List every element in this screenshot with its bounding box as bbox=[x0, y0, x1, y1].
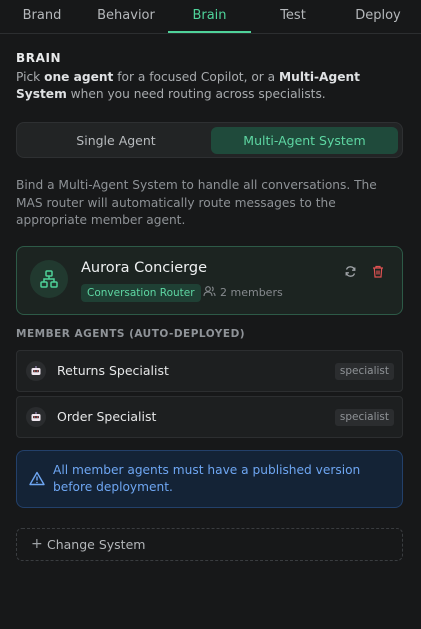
tab-test[interactable]: Test bbox=[251, 0, 335, 33]
member-agent-tag: specialist bbox=[334, 409, 394, 426]
robot-icon bbox=[26, 361, 46, 381]
member-agent-row[interactable]: Order Specialist specialist bbox=[16, 396, 403, 438]
robot-icon bbox=[26, 407, 46, 427]
plus-icon: + bbox=[31, 536, 43, 552]
tab-brain[interactable]: Brain bbox=[168, 0, 251, 33]
alert-text: All member agents must have a published … bbox=[53, 463, 361, 494]
change-system-label: Change System bbox=[47, 537, 146, 552]
tab-deploy[interactable]: Deploy bbox=[335, 0, 421, 33]
deployment-alert: All member agents must have a published … bbox=[16, 450, 403, 508]
warning-icon bbox=[29, 471, 45, 490]
hierarchy-icon bbox=[30, 260, 68, 298]
tab-bar: Brand Behavior Brain Test Deploy bbox=[0, 0, 421, 34]
mas-card: Aurora Concierge Conversation Router 2 m… bbox=[16, 246, 403, 315]
agent-mode-toggle: Single Agent Multi-Agent System bbox=[16, 122, 403, 158]
member-agent-name: Returns Specialist bbox=[57, 363, 169, 378]
section-title: BRAIN bbox=[16, 51, 62, 65]
member-agent-tag: specialist bbox=[334, 363, 394, 380]
multi-agent-system-option[interactable]: Multi-Agent System bbox=[211, 127, 398, 154]
refresh-icon[interactable] bbox=[342, 263, 358, 279]
member-agents-heading: MEMBER AGENTS (AUTO-DEPLOYED) bbox=[16, 328, 246, 340]
mas-description: Bind a Multi-Agent System to handle all … bbox=[16, 178, 377, 227]
tab-behavior[interactable]: Behavior bbox=[84, 0, 168, 33]
change-system-button[interactable]: + Change System bbox=[16, 528, 403, 561]
single-agent-option[interactable]: Single Agent bbox=[21, 127, 211, 154]
tab-brand[interactable]: Brand bbox=[0, 0, 84, 33]
section-intro: Pick one agent for a focused Copilot, or… bbox=[16, 70, 360, 101]
mas-name: Aurora Concierge bbox=[81, 260, 208, 276]
trash-icon[interactable] bbox=[370, 263, 386, 279]
member-agent-row[interactable]: Returns Specialist specialist bbox=[16, 350, 403, 392]
router-badge: Conversation Router bbox=[81, 284, 201, 302]
members-count-text: 2 members bbox=[220, 286, 283, 299]
members-count: 2 members bbox=[203, 285, 283, 301]
member-agent-name: Order Specialist bbox=[57, 409, 157, 424]
users-icon bbox=[203, 285, 216, 302]
